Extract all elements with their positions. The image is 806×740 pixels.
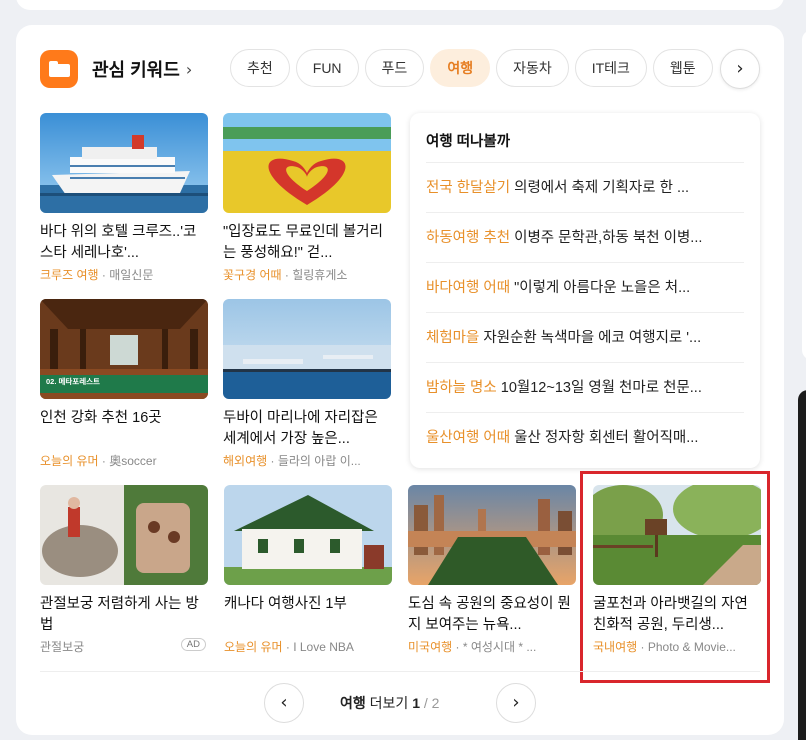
list-item[interactable]: 관절보궁 저렴하게 사는 방법 관절보궁 AD [40,485,208,655]
travel-list-item[interactable]: 하동여행 추천 이병주 문학관,하동 북천 이병... [426,212,744,262]
tab-food[interactable]: 푸드 [364,49,425,87]
thumb-badge: 02. 메타포레스트 [46,377,100,386]
travel-list-item[interactable]: 바다여행 어때 "이렇게 아름다운 노을은 처... [426,262,744,312]
travel-list-item[interactable]: 체험마을 자원순환 녹색마을 에코 여행지로 '... [426,312,744,362]
tab-fun[interactable]: FUN [295,49,359,87]
prev-page-button[interactable]: ‹ [264,683,304,723]
highlight-box [580,471,770,683]
interest-keyword-card: 관심 키워드 › 추천 FUN 푸드 여행 자동차 IT테크 웹툰 › 바다 위의 호텔 크… [16,25,784,735]
flower-field-image[interactable] [223,113,391,213]
new-york-park-image[interactable] [408,485,576,585]
list-item[interactable]: "입장료도 무료인데 볼거리는 풍성해요!" 걷... 꽃구경 어때 · 힐링휴… [223,113,391,283]
item-meta: 오늘의 유머 · I Love NBA [224,640,354,654]
header-title[interactable]: 관심 키워드 [92,56,180,82]
tab-travel[interactable]: 여행 [430,49,491,87]
item-meta: 해외여행 · 들라의 아랍 이... [223,454,361,468]
divider [40,671,760,672]
next-page-button[interactable]: › [496,683,536,723]
tab-recommend[interactable]: 추천 [230,49,290,87]
item-meta: 오늘의 유머 · 奧soccer [40,454,157,468]
tab-car[interactable]: 자동차 [496,49,569,87]
list-item[interactable]: 02. 메타포레스트 인천 강화 추천 16곳 오늘의 유머 · 奧soccer [40,299,208,469]
item-title[interactable]: 도심 속 공원의 중요성이 뭔지 보여주는 뉴욕... [408,594,576,636]
list-item[interactable]: 캐나다 여행사진 1부 오늘의 유머 · I Love NBA [224,485,392,655]
canada-house-image[interactable] [224,485,392,585]
church-interior-image[interactable]: 02. 메타포레스트 [40,299,208,399]
pagination: ‹ 여행 더보기 1 / 2 › [16,683,784,723]
tabs-next-button[interactable]: › [720,49,760,89]
cruise-ship-image[interactable] [40,113,208,213]
list-item[interactable]: 두바이 마리나에 자리잡은 세계에서 가장 높은... 해외여행 · 들라의 아… [223,299,391,469]
item-meta: 미국여행 · * 여성시대 * ... [408,640,537,654]
list-item[interactable]: 도심 속 공원의 중요성이 뭔지 보여주는 뉴욕... 미국여행 · * 여성시… [408,485,576,655]
travel-list: 전국 한달살기 의령에서 축제 기획자로 한 ... 하동여행 추천 이병주 문… [426,162,744,462]
travel-list-item[interactable]: 울산여행 어때 울산 정자항 회센터 활어직매... [426,412,744,462]
item-title[interactable]: 바다 위의 호텔 크루즈..'코스타 세레나호'... [40,222,208,264]
pager-label: 여행 더보기 1 / 2 [340,695,440,711]
item-meta: 크루즈 여행 · 매일신문 [40,268,154,282]
travel-suggestions-box: 여행 떠나볼까 전국 한달살기 의령에서 축제 기획자로 한 ... 하동여행 … [410,113,760,468]
item-title[interactable]: 캐나다 여행사진 1부 [224,594,392,636]
dubai-sea-image[interactable] [223,299,391,399]
item-title[interactable]: "입장료도 무료인데 볼거리는 풍성해요!" 걷... [223,222,391,264]
travel-box-title: 여행 떠나볼까 [426,134,511,150]
item-meta: 관절보궁 AD [40,638,208,655]
folder-icon [40,50,78,88]
previous-card [16,0,784,10]
side-dark-panel [798,390,806,740]
side-card [802,30,806,360]
item-title[interactable]: 인천 강화 추천 16곳 [40,408,208,450]
travel-list-item[interactable]: 전국 한달살기 의령에서 축제 기획자로 한 ... [426,162,744,212]
ad-badge: AD [180,638,206,651]
tab-webtoon[interactable]: 웹툰 [652,49,713,87]
list-item[interactable]: 바다 위의 호텔 크루즈..'코스타 세레나호'... 크루즈 여행 · 매일신… [40,113,208,283]
keyword-tabs: 추천 FUN 푸드 여행 자동차 IT테크 웹툰 [230,49,724,89]
item-title[interactable]: 관절보궁 저렴하게 사는 방법 [40,594,208,636]
item-title[interactable]: 두바이 마리나에 자리잡은 세계에서 가장 높은... [223,408,391,450]
travel-list-item[interactable]: 밤하늘 명소 10월12~13일 영월 천마로 천문... [426,362,744,412]
tab-ittech[interactable]: IT테크 [574,49,647,87]
item-meta: 꽃구경 어때 · 힐링휴게소 [223,268,348,282]
chevron-right-icon[interactable]: › [186,60,192,79]
card-header[interactable]: 관심 키워드 › [40,49,192,89]
ad-image[interactable] [40,485,208,585]
